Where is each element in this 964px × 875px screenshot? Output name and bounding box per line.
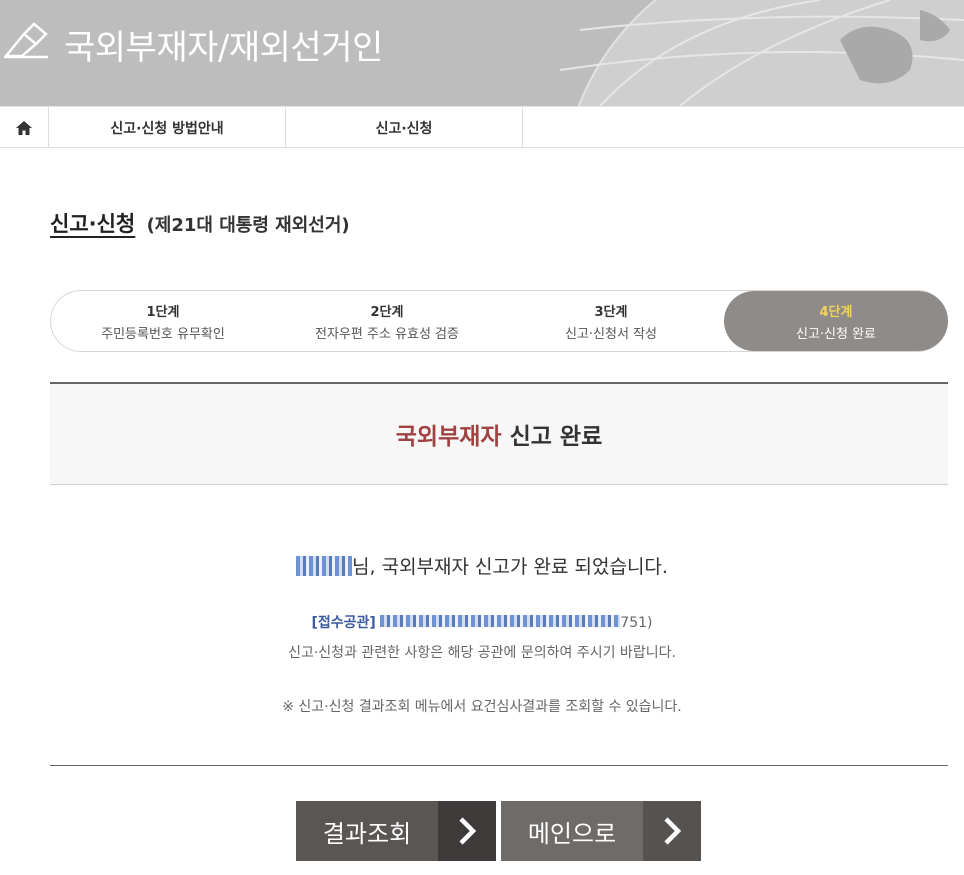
completion-text: 신고 완료	[509, 424, 603, 450]
step-number: 1단계	[146, 304, 180, 320]
page-title-main: 신고·신청	[50, 212, 136, 236]
completion-accent: 국외부재자	[395, 424, 502, 450]
completion-message-text: 님, 국외부재자 신고가 완료 되었습니다.	[352, 556, 668, 578]
step-1: 1단계 주민등록번호 유무확인	[51, 291, 275, 351]
redacted-office-address	[380, 615, 621, 627]
reception-office-label: [접수공관]	[311, 615, 376, 631]
reception-office-note: 신고·신청과 관련한 사항은 해당 공관에 문의하여 주시기 바랍니다.	[288, 645, 676, 661]
chevron-right-icon	[438, 801, 496, 861]
go-main-label: 메인으로	[527, 819, 617, 848]
reception-office: [접수공관] 751)	[0, 612, 964, 632]
step-description: 신고·신청 완료	[795, 326, 877, 342]
header-title: 국외부재자/재외선거인	[64, 28, 383, 68]
pencil-logo-icon	[3, 22, 48, 59]
step-description: 신고·신청서 작성	[565, 326, 657, 342]
redacted-name	[296, 556, 353, 576]
step-description: 주민등록번호 유무확인	[101, 326, 225, 342]
home-icon	[16, 120, 32, 135]
page-title-subtitle: (제21대 대통령 재외선거)	[146, 215, 350, 236]
step-number: 2단계	[370, 304, 404, 320]
step-description: 전자우편 주소 유효성 검증	[315, 326, 459, 342]
chevron-right-icon	[643, 801, 701, 861]
site-header: 국외부재자/재외선거인	[0, 0, 964, 106]
result-lookup-label: 결과조회	[322, 819, 412, 848]
nav-tab-guide[interactable]: 신고·신청 방법안내	[49, 107, 286, 148]
reception-office-tail: 751)	[620, 615, 653, 631]
step-4-active: 4단계 신고·신청 완료	[724, 291, 948, 351]
step-number: 4단계	[819, 304, 853, 320]
step-2: 2단계 전자우편 주소 유효성 검증	[275, 291, 499, 351]
result-notice: ※ 신고·신청 결과조회 메뉴에서 요건심사결과를 조회할 수 있습니다.	[282, 699, 682, 715]
divider	[50, 765, 948, 766]
breadcrumb-nav: 신고·신청 방법안내 신고·신청	[0, 106, 964, 148]
completion-banner: 국외부재자 신고 완료	[50, 382, 948, 485]
step-3: 3단계 신고·신청서 작성	[499, 291, 723, 351]
page-title: 신고·신청 (제21대 대통령 재외선거)	[50, 208, 350, 238]
globe-lines-decoration	[560, 0, 964, 106]
step-progress: 1단계 주민등록번호 유무확인 2단계 전자우편 주소 유효성 검증 3단계 신…	[50, 290, 948, 352]
step-number: 3단계	[594, 304, 628, 320]
nav-tab-apply[interactable]: 신고·신청	[286, 107, 523, 148]
completion-message: 님, 국외부재자 신고가 완료 되었습니다.	[0, 552, 964, 579]
home-button[interactable]	[0, 107, 49, 148]
go-main-button[interactable]: 메인으로	[501, 801, 701, 861]
result-lookup-button[interactable]: 결과조회	[296, 801, 496, 861]
